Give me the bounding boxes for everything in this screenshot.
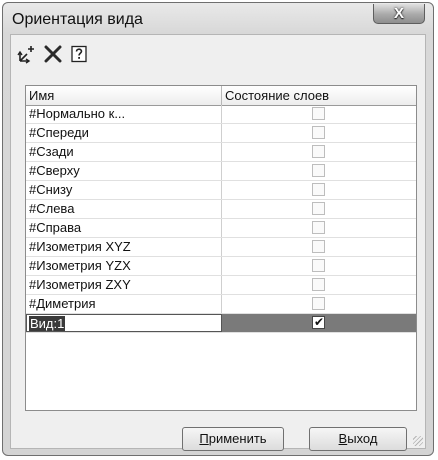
table-row[interactable]: #Диметрия bbox=[26, 295, 416, 314]
layer-state-checkbox[interactable] bbox=[312, 202, 325, 215]
layer-state-cell bbox=[222, 162, 416, 180]
column-header-name[interactable]: Имя bbox=[26, 86, 222, 105]
delete-view-button[interactable] bbox=[42, 43, 64, 65]
delete-icon bbox=[44, 45, 62, 63]
layer-state-cell bbox=[222, 124, 416, 142]
layer-state-cell bbox=[222, 238, 416, 256]
layer-state-checkbox[interactable] bbox=[312, 183, 325, 196]
layer-state-checkbox[interactable] bbox=[312, 297, 325, 310]
apply-button[interactable]: Применить bbox=[182, 427, 284, 451]
layer-state-checkbox[interactable] bbox=[312, 145, 325, 158]
table-row[interactable]: #Изометрия ZXY bbox=[26, 276, 416, 295]
exit-label: ыход bbox=[347, 431, 378, 446]
view-name[interactable]: #Снизу bbox=[26, 181, 222, 199]
title-bar[interactable]: Ориентация вида X bbox=[3, 3, 433, 37]
dialog-title: Ориентация вида bbox=[12, 11, 143, 28]
close-button[interactable]: X bbox=[373, 4, 425, 24]
table-row-selected[interactable]: Вид:1 ✔ bbox=[26, 314, 416, 333]
view-name[interactable]: #Сзади bbox=[26, 143, 222, 161]
table-header: Имя Состояние слоев bbox=[26, 86, 416, 106]
layer-state-checkbox[interactable] bbox=[312, 107, 325, 120]
layer-state-checkbox[interactable] bbox=[312, 240, 325, 253]
layer-state-checkbox[interactable] bbox=[312, 221, 325, 234]
exit-button[interactable]: Выход bbox=[309, 427, 407, 451]
layer-state-cell bbox=[222, 257, 416, 275]
table-row[interactable]: #Изометрия YZX bbox=[26, 257, 416, 276]
add-view-icon bbox=[17, 46, 34, 64]
layer-state-checkbox[interactable] bbox=[312, 164, 325, 177]
view-name[interactable]: #Диметрия bbox=[26, 295, 222, 313]
layer-state-checkbox[interactable] bbox=[312, 126, 325, 139]
column-header-layer-state[interactable]: Состояние слоев bbox=[222, 86, 416, 105]
layer-state-cell bbox=[222, 200, 416, 218]
help-button[interactable] bbox=[68, 43, 90, 65]
layer-state-checkbox[interactable]: ✔ bbox=[312, 315, 325, 329]
table-row[interactable]: #Снизу bbox=[26, 181, 416, 200]
view-name-edit-field[interactable]: Вид:1 bbox=[26, 314, 222, 332]
view-name[interactable]: #Сверху bbox=[26, 162, 222, 180]
dialog-content: Имя Состояние слоев #Нормально к... #Спе… bbox=[10, 34, 426, 451]
view-name[interactable]: #Спереди bbox=[26, 124, 222, 142]
view-name[interactable]: #Изометрия YZX bbox=[26, 257, 222, 275]
apply-label: рименить bbox=[208, 431, 267, 446]
table-row[interactable]: #Нормально к... bbox=[26, 105, 416, 124]
view-name[interactable]: #Справа bbox=[26, 219, 222, 237]
apply-mnemonic: П bbox=[199, 431, 209, 446]
view-orientation-dialog: Ориентация вида X Имя Состояние слоев #Н… bbox=[2, 2, 434, 456]
resize-grip[interactable] bbox=[413, 436, 423, 446]
close-icon: X bbox=[393, 5, 404, 22]
table-row[interactable]: #Изометрия XYZ bbox=[26, 238, 416, 257]
checkmark-icon: ✔ bbox=[314, 315, 325, 329]
view-name[interactable]: #Изометрия XYZ bbox=[26, 238, 222, 256]
layer-state-cell: ✔ bbox=[222, 314, 416, 332]
views-table: Имя Состояние слоев #Нормально к... #Спе… bbox=[25, 85, 417, 411]
table-row[interactable]: #Слева bbox=[26, 200, 416, 219]
help-icon bbox=[71, 45, 87, 63]
layer-state-cell bbox=[222, 276, 416, 294]
add-view-button[interactable] bbox=[16, 43, 38, 65]
layer-state-checkbox[interactable] bbox=[312, 278, 325, 291]
table-row[interactable]: #Сверху bbox=[26, 162, 416, 181]
table-row[interactable]: #Справа bbox=[26, 219, 416, 238]
layer-state-cell bbox=[222, 181, 416, 199]
layer-state-checkbox[interactable] bbox=[312, 259, 325, 272]
layer-state-cell bbox=[222, 295, 416, 313]
view-name: Вид:1 bbox=[29, 316, 66, 331]
view-name[interactable]: #Нормально к... bbox=[26, 105, 222, 123]
layer-state-cell bbox=[222, 143, 416, 161]
exit-mnemonic: В bbox=[338, 431, 348, 446]
table-row[interactable]: #Спереди bbox=[26, 124, 416, 143]
view-name[interactable]: #Изометрия ZXY bbox=[26, 276, 222, 294]
layer-state-cell bbox=[222, 219, 416, 237]
table-row[interactable]: #Сзади bbox=[26, 143, 416, 162]
view-name[interactable]: #Слева bbox=[26, 200, 222, 218]
layer-state-cell bbox=[222, 105, 416, 123]
